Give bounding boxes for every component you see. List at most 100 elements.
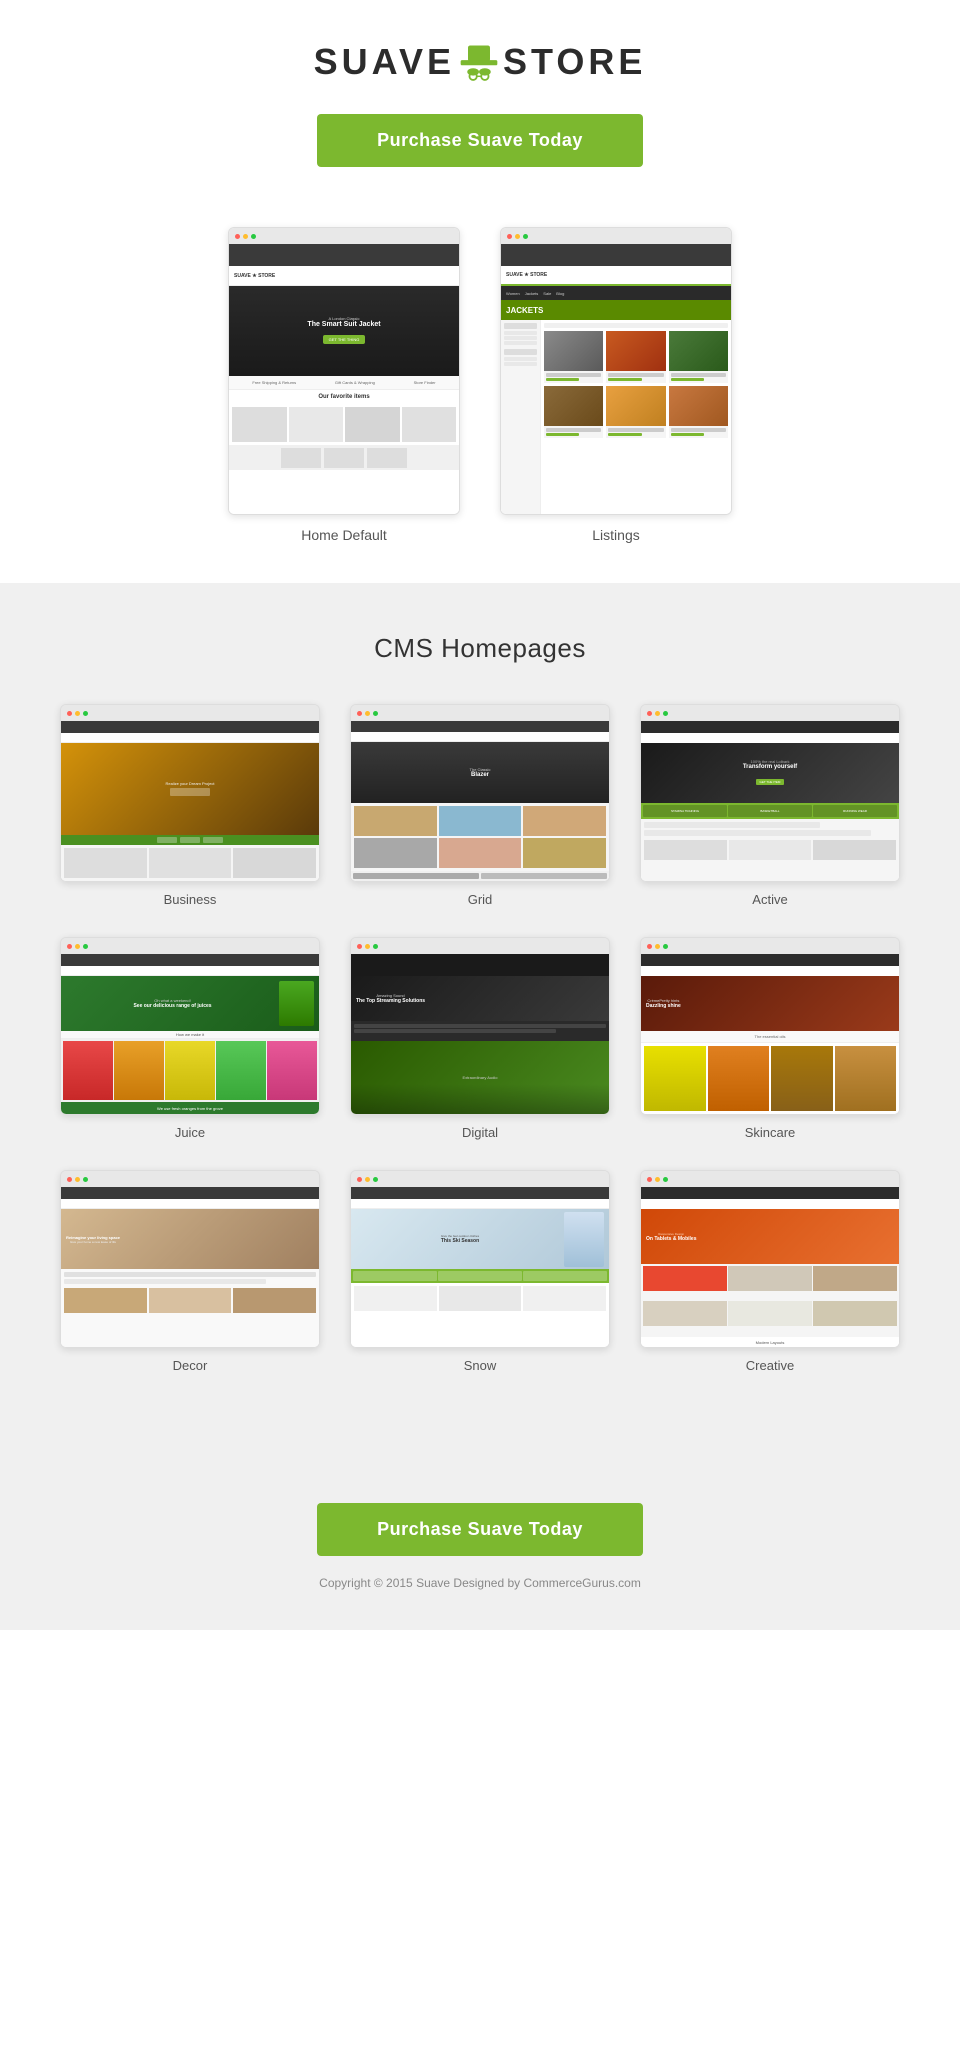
active-cats: STAMINA TRAINING BASKETBALL RUNNING WEAR — [641, 803, 899, 819]
biz-topbar — [61, 721, 319, 733]
snow-product-3 — [523, 1286, 606, 1311]
digital-overlay — [351, 1084, 609, 1114]
snow-cat-3 — [523, 1271, 607, 1281]
browser-bar-snow — [351, 1171, 609, 1187]
home-feature-3: Store Finder — [414, 380, 436, 385]
home-feature-1: Free Shipping & Returns — [252, 380, 296, 385]
juice-hero-text-area: Oh what a weekend! See our delicious ran… — [66, 998, 279, 1009]
listings-category-title: JACKETS — [506, 306, 543, 315]
browser-bar-listings — [501, 228, 731, 244]
skin-hero-text-area: CrèmePretty hints Dazzling shine — [646, 998, 681, 1009]
creative-nav — [641, 1199, 899, 1209]
creative-modern-label: Modern Layouts — [756, 1340, 785, 1345]
dot-yellow-cr — [655, 1177, 660, 1182]
listing-product-info-1 — [544, 371, 603, 383]
browser-bar-digital — [351, 938, 609, 954]
browser-grid: The Classic Blazer — [350, 704, 610, 882]
browser-frame-listings: SUAVE ★ STORE Women Jackets Sale Blog JA… — [500, 227, 732, 515]
listings-main — [541, 320, 731, 514]
snow-hero-figure — [564, 1212, 604, 1267]
listing-product-info-2 — [606, 371, 665, 383]
grid-hero: The Classic Blazer — [351, 742, 609, 803]
listing-product-img-6 — [669, 386, 728, 426]
creative-topbar — [641, 1187, 899, 1199]
grid-hero-title: Blazer — [470, 772, 491, 778]
dot-yellow-dc — [75, 1177, 80, 1182]
grid-product-5 — [439, 838, 522, 868]
creative-grid — [641, 1264, 899, 1337]
cms-item-active: 100% the real Lolbark Transform yourself… — [640, 704, 900, 907]
cms-section: CMS Homepages Realize your Dream Project — [0, 583, 960, 1453]
listing-product-5 — [606, 386, 665, 438]
active-cat-label-1: STAMINA TRAINING — [671, 809, 699, 813]
home-banner-inner — [281, 448, 407, 468]
listing-product-price-4 — [546, 433, 579, 436]
juice-fruit-1 — [63, 1041, 113, 1100]
page-header: SUAVE STORE Purchase Suave Today — [0, 0, 960, 187]
dot-red-b — [67, 711, 72, 716]
listings-subheader: Women Jackets Sale Blog — [501, 286, 731, 300]
cms-label-skincare: Skincare — [640, 1125, 900, 1140]
biz-hero-text: Realize your Dream Project — [166, 781, 215, 798]
dot-yellow-sk — [655, 944, 660, 949]
listing-product-name-3 — [671, 373, 726, 377]
snow-hero-title: This Ski Season — [356, 1238, 564, 1244]
listing-product-img-5 — [606, 386, 665, 426]
sidebar-item-1 — [504, 331, 537, 335]
sidebar-item-4 — [504, 357, 537, 361]
active-product-2 — [729, 840, 812, 860]
listing-product-price-3 — [671, 378, 704, 381]
biz-products — [61, 845, 319, 881]
dot-yellow — [243, 234, 248, 239]
cms-row-2: Oh what a weekend! See our delicious ran… — [60, 937, 900, 1140]
home-hero-btn: GET THE THING — [323, 335, 366, 344]
browser-bar-juice — [61, 938, 319, 954]
active-text-2 — [644, 830, 871, 836]
dot-green-g — [373, 711, 378, 716]
skin-product-1 — [644, 1046, 706, 1111]
browser-creative: Responsive Design On Tablets & Mobiles — [640, 1170, 900, 1348]
biz-offer-1 — [157, 837, 177, 843]
skin-topbar — [641, 954, 899, 966]
screen-listings-content: SUAVE ★ STORE Women Jackets Sale Blog JA… — [501, 244, 731, 514]
juice-topbar — [61, 954, 319, 966]
snow-product-2 — [439, 1286, 522, 1311]
grid-product-2 — [439, 806, 522, 836]
creative-item-3 — [813, 1266, 897, 1291]
dot-red-j — [67, 944, 72, 949]
skin-product-3 — [771, 1046, 833, 1111]
decor-hero-title: Reimagine your living space — [66, 1235, 120, 1240]
screen-snow: Give the feel outdoor clothes This Ski S… — [351, 1187, 609, 1347]
dot-red-d — [357, 944, 362, 949]
listing-product-6 — [669, 386, 728, 438]
dot-yellow-j — [75, 944, 80, 949]
preview-home-label: Home Default — [228, 527, 460, 543]
biz-product-3 — [233, 848, 316, 878]
decor-hero: Reimagine your living space Give your ho… — [61, 1209, 319, 1269]
purchase-button-bottom[interactable]: Purchase Suave Today — [317, 1503, 643, 1556]
biz-offers — [61, 835, 319, 845]
biz-hero-btn — [170, 788, 210, 796]
screen-active: 100% the real Lolbark Transform yourself… — [641, 721, 899, 881]
dot-green-sn — [373, 1177, 378, 1182]
logo: SUAVE STORE — [20, 40, 940, 84]
purchase-button-top[interactable]: Purchase Suave Today — [317, 114, 643, 167]
decor-hero-text-area: Reimagine your living space Give your ho… — [66, 1235, 120, 1244]
dot-red-sn — [357, 1177, 362, 1182]
biz-hero: Realize your Dream Project — [61, 743, 319, 835]
browser-bar-business — [61, 705, 319, 721]
dot-green-dc — [83, 1177, 88, 1182]
active-hero-text: 100% the real Lolbark Transform yourself… — [743, 759, 797, 788]
listings-nav-logo: SUAVE ★ STORE — [506, 272, 547, 278]
home-topbar — [229, 244, 459, 266]
dot-green-cr — [663, 1177, 668, 1182]
listings-category-header: JACKETS — [501, 300, 731, 320]
home-features: Free Shipping & Returns Gift Cards & Wra… — [229, 376, 459, 390]
active-topbar — [641, 721, 899, 733]
listing-product-price-5 — [608, 433, 641, 436]
listing-product-price-6 — [671, 433, 704, 436]
active-product-1 — [644, 840, 727, 860]
listing-product-name-4 — [546, 428, 601, 432]
screen-juice: Oh what a weekend! See our delicious ran… — [61, 954, 319, 1114]
listings-subheader-link-3: Sale — [543, 291, 551, 296]
